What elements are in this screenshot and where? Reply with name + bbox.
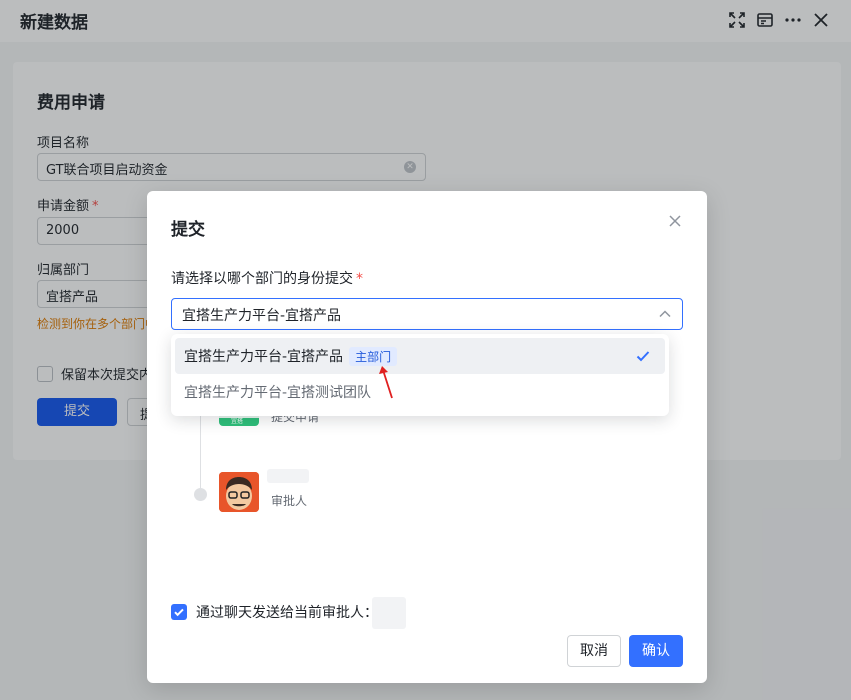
submitter-avatar-text: 宜搭 [231, 418, 244, 425]
department-options-popup: 宜搭生产力平台-宜搭产品 主部门 宜搭生产力平台-宜搭测试团队 [171, 334, 669, 416]
notify-approver-row[interactable]: 通过聊天发送给当前审批人： [171, 602, 378, 622]
department-option-main[interactable]: 宜搭生产力平台-宜搭产品 主部门 [175, 338, 665, 374]
confirm-button[interactable]: 确认 [629, 635, 683, 667]
notify-label: 通过聊天发送给当前审批人： [196, 605, 378, 621]
approver-avatar [219, 472, 259, 512]
option-label: 宜搭生产力平台-宜搭产品 [184, 349, 344, 365]
department-option-test[interactable]: 宜搭生产力平台-宜搭测试团队 [175, 374, 665, 410]
department-selected-value: 宜搭生产力平台-宜搭产品 [182, 308, 342, 324]
main-department-tag: 主部门 [349, 346, 398, 366]
annotation-arrow-icon [379, 366, 393, 399]
flow-connector [200, 406, 201, 488]
dialog-close-icon[interactable] [667, 213, 685, 231]
department-dropdown[interactable]: 宜搭生产力平台-宜搭产品 [171, 298, 683, 330]
approver-step-label: 审批人 [271, 494, 308, 508]
submit-dialog: 提交 请选择以哪个部门的身份提交* 宜搭生产力平台-宜搭产品 宜搭 提交申请 [147, 191, 707, 683]
cancel-button[interactable]: 取消 [567, 635, 621, 667]
flow-node-dot [194, 488, 207, 501]
approver-name-blurred [267, 469, 309, 483]
chevron-up-icon [658, 307, 672, 321]
dialog-title: 提交 [171, 220, 205, 240]
option-label: 宜搭生产力平台-宜搭测试团队 [184, 385, 372, 401]
approver-chip-blurred [372, 597, 406, 629]
required-mark: * [356, 271, 363, 287]
notify-checkbox[interactable] [171, 604, 187, 620]
department-prompt: 请选择以哪个部门的身份提交 * [171, 271, 363, 287]
check-icon [635, 348, 651, 364]
